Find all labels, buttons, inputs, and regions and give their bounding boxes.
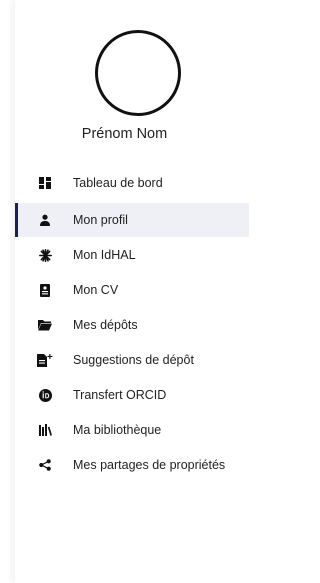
cv-icon [37,282,53,298]
sidebar-item-label: Mon profil [73,213,128,227]
sidebar-item-label: Tableau de bord [73,176,163,190]
sidebar-item-label: Mes dépôts [73,318,138,332]
avatar [95,30,181,116]
sidebar-item-label: Ma bibliothèque [73,423,162,437]
sidebar-item-tableau-de-bord[interactable]: Tableau de bord [15,166,249,200]
sidebar-item-suggestions-de-depot[interactable]: Suggestions de dépôt [15,343,249,377]
person-icon [37,212,53,228]
sidebar-item-label: Transfert ORCID [73,388,167,402]
folder-icon [37,317,53,333]
add-document-icon [37,352,53,368]
sidebar-item-mon-profil[interactable]: Mon profil [15,203,249,237]
user-name: Prénom Nom [81,126,168,142]
orcid-icon [37,387,53,403]
idhal-icon [37,247,53,263]
sidebar-item-mes-partages-de-proprietes[interactable]: Mes partages de propriétés [15,448,249,482]
sidebar-item-label: Mon CV [73,283,119,297]
library-icon [37,422,53,438]
sidebar-item-mon-cv[interactable]: Mon CV [15,273,249,307]
sidebar-item-mes-depots[interactable]: Mes dépôts [15,308,249,342]
dashboard-icon [37,175,53,191]
sidebar-item-label: Mon IdHAL [73,248,136,262]
sidebar-item-label: Mes partages de propriétés [73,458,226,472]
share-icon [37,457,53,473]
sidebar-item-label: Suggestions de dépôt [73,353,194,367]
sidebar-item-mon-idhal[interactable]: Mon IdHAL [15,238,249,272]
sidebar-item-ma-bibliotheque[interactable]: Ma bibliothèque [15,413,249,447]
sidebar-item-transfert-orcid[interactable]: Transfert ORCID [15,378,249,412]
